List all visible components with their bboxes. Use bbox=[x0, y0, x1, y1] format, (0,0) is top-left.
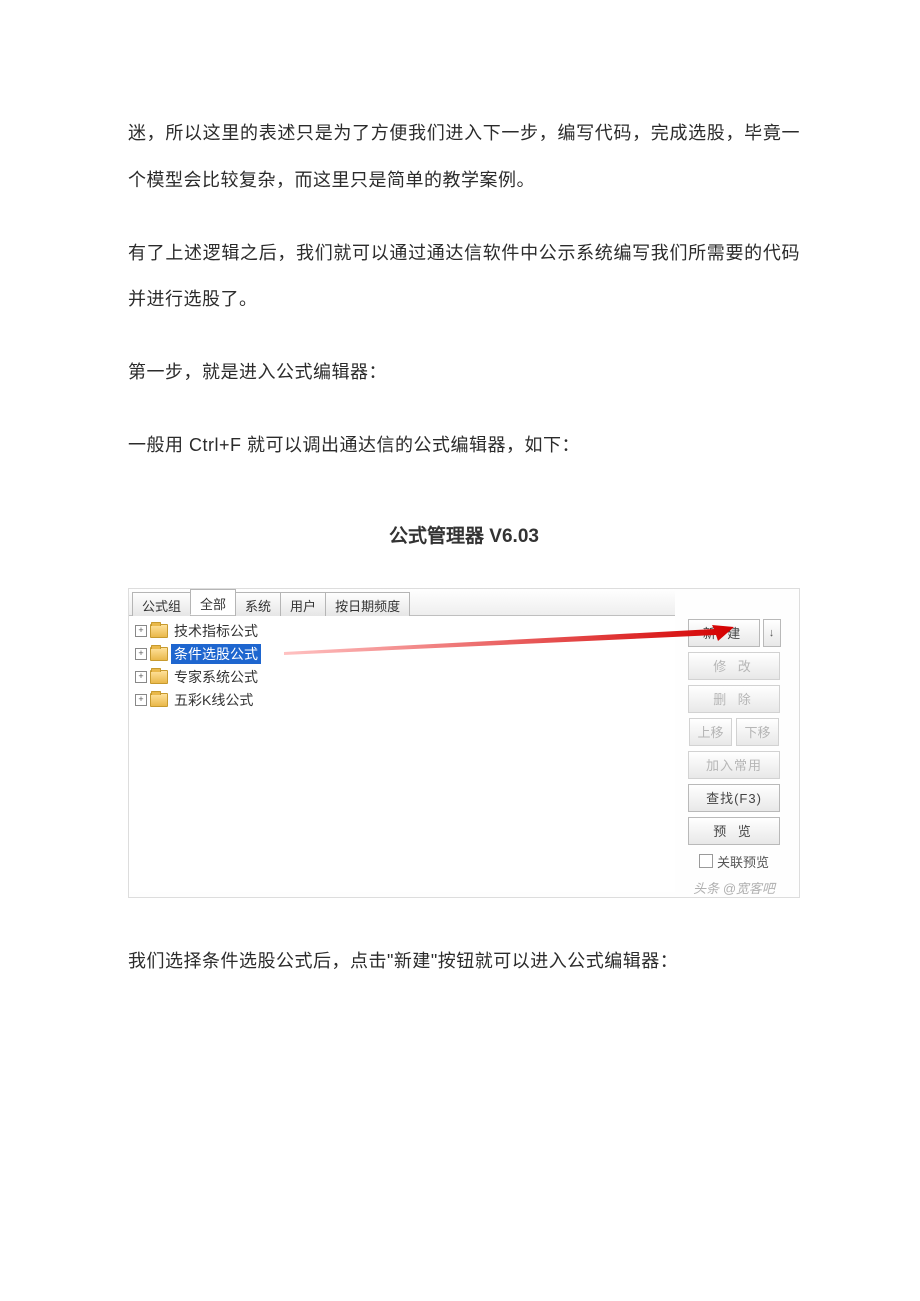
move-buttons-row: 上移 下移 bbox=[689, 718, 779, 746]
add-to-favorites-button[interactable]: 加入常用 bbox=[688, 751, 780, 779]
watermark-text: 头条 @宽客吧 bbox=[693, 878, 775, 897]
paragraph-3: 第一步，就是进入公式编辑器： bbox=[128, 349, 800, 396]
move-up-button[interactable]: 上移 bbox=[689, 718, 732, 746]
formula-manager-screenshot: 公式组 全部 系统 用户 按日期频度 + 技术指标公式 + 条件选股公式 bbox=[128, 588, 800, 898]
paragraph-1: 迷，所以这里的表述只是为了方便我们进入下一步，编写代码，完成选股，毕竟一个模型会… bbox=[128, 110, 800, 204]
move-down-button[interactable]: 下移 bbox=[736, 718, 779, 746]
tree-label-selected: 条件选股公式 bbox=[171, 644, 261, 664]
expand-icon[interactable]: + bbox=[135, 648, 147, 660]
tab-frequency[interactable]: 按日期频度 bbox=[325, 592, 410, 616]
tab-group[interactable]: 公式组 bbox=[132, 592, 191, 616]
annotation-arrow-icon bbox=[284, 625, 734, 665]
tab-bar: 公式组 全部 系统 用户 按日期频度 bbox=[129, 589, 675, 616]
tree-label: 专家系统公式 bbox=[171, 667, 261, 687]
tree-row-color-kline[interactable]: + 五彩K线公式 bbox=[131, 689, 675, 712]
paragraph-4: 一般用 Ctrl+F 就可以调出通达信的公式编辑器，如下： bbox=[128, 422, 800, 469]
checkbox-icon[interactable] bbox=[699, 854, 713, 868]
folder-icon bbox=[150, 647, 168, 661]
expand-icon[interactable]: + bbox=[135, 625, 147, 637]
paragraph-5: 我们选择条件选股公式后，点击"新建"按钮就可以进入公式编辑器： bbox=[128, 938, 800, 985]
paragraph-2: 有了上述逻辑之后，我们就可以通过通达信软件中公示系统编写我们所需要的代码并进行选… bbox=[128, 230, 800, 324]
tree-label: 技术指标公式 bbox=[171, 621, 261, 641]
expand-icon[interactable]: + bbox=[135, 694, 147, 706]
delete-button[interactable]: 删 除 bbox=[688, 685, 780, 713]
tab-user[interactable]: 用户 bbox=[280, 592, 326, 616]
expand-icon[interactable]: + bbox=[135, 671, 147, 683]
document-page: 迷，所以这里的表述只是为了方便我们进入下一步，编写代码，完成选股，毕竟一个模型会… bbox=[0, 0, 920, 1301]
tab-all[interactable]: 全部 bbox=[190, 589, 236, 615]
figure-title: 公式管理器 V6.03 bbox=[128, 521, 800, 548]
tree-label: 五彩K线公式 bbox=[171, 690, 256, 710]
new-dropdown-icon[interactable]: ↓ bbox=[763, 619, 781, 647]
find-button[interactable]: 查找(F3) bbox=[688, 784, 780, 812]
link-preview-checkbox-row[interactable]: 关联预览 bbox=[699, 852, 769, 871]
folder-icon bbox=[150, 624, 168, 638]
folder-icon bbox=[150, 693, 168, 707]
preview-button[interactable]: 预 览 bbox=[688, 817, 780, 845]
folder-icon bbox=[150, 670, 168, 684]
tab-system[interactable]: 系统 bbox=[235, 592, 281, 616]
tree-row-expert-system[interactable]: + 专家系统公式 bbox=[131, 666, 675, 689]
link-preview-label: 关联预览 bbox=[717, 852, 769, 871]
tree-area: 公式组 全部 系统 用户 按日期频度 + 技术指标公式 + 条件选股公式 bbox=[129, 589, 675, 897]
